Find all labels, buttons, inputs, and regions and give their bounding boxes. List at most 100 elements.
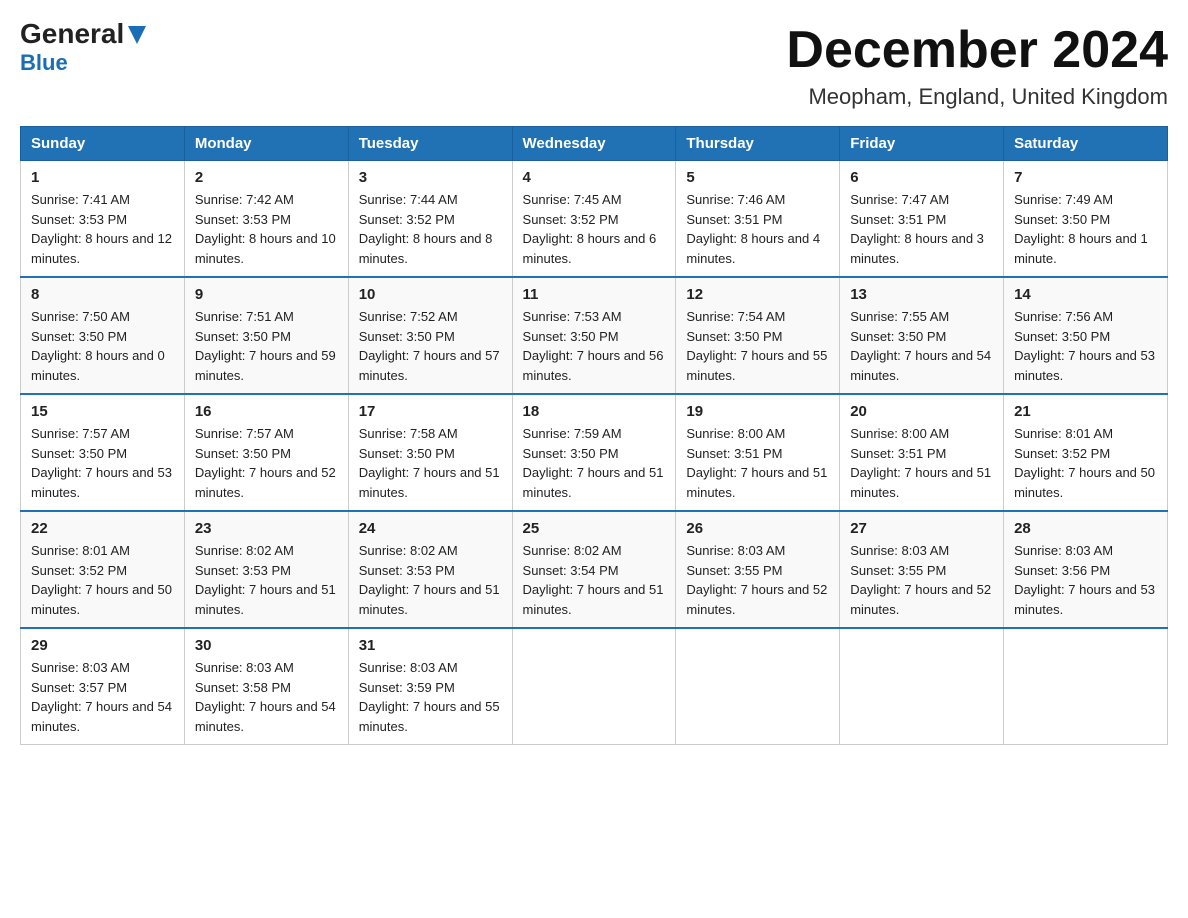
logo: General Blue bbox=[20, 20, 148, 76]
sunrise-text: Sunrise: 8:02 AM bbox=[195, 543, 294, 558]
sunrise-text: Sunrise: 8:00 AM bbox=[686, 426, 785, 441]
table-row: 17Sunrise: 7:58 AMSunset: 3:50 PMDayligh… bbox=[348, 394, 512, 511]
daylight-text: Daylight: 7 hours and 53 minutes. bbox=[1014, 348, 1155, 383]
day-info: Sunrise: 8:03 AMSunset: 3:55 PMDaylight:… bbox=[686, 541, 829, 619]
header-thursday: Thursday bbox=[676, 127, 840, 161]
day-number: 16 bbox=[195, 403, 338, 420]
day-info: Sunrise: 7:49 AMSunset: 3:50 PMDaylight:… bbox=[1014, 190, 1157, 268]
sunset-text: Sunset: 3:53 PM bbox=[195, 212, 291, 227]
calendar-week-row: 22 Sunrise: 8:01 AM Sunset: 3:52 PM Dayligh… bbox=[21, 511, 1168, 628]
daylight-text: Daylight: 8 hours and 12 minutes. bbox=[31, 231, 172, 266]
daylight-text: Daylight: 8 hours and 3 minutes. bbox=[850, 231, 984, 266]
table-row: 13Sunrise: 7:55 AMSunset: 3:50 PMDayligh… bbox=[840, 277, 1004, 394]
sunrise-text: Sunrise: 8:02 AM bbox=[523, 543, 622, 558]
table-row bbox=[840, 628, 1004, 745]
table-row: 28Sunrise: 8:03 AMSunset: 3:56 PMDayligh… bbox=[1004, 511, 1168, 628]
day-info: Sunrise: 8:01 AM Sunset: 3:52 PM Daylight:… bbox=[31, 541, 174, 619]
daylight-text: Daylight: 7 hours and 53 minutes. bbox=[1014, 582, 1155, 617]
day-info: Sunrise: 8:02 AMSunset: 3:53 PMDaylight:… bbox=[359, 541, 502, 619]
table-row: 25 Sunrise: 8:02 AM Sunset: 3:54 PM Dayligh… bbox=[512, 511, 676, 628]
sunset-text: Sunset: 3:50 PM bbox=[523, 446, 619, 461]
daylight-text: Daylight: 7 hours and 56 minutes. bbox=[523, 348, 664, 383]
sunrise-text: Sunrise: 7:58 AM bbox=[359, 426, 458, 441]
day-number: 28 bbox=[1014, 520, 1157, 537]
sunrise-text: Sunrise: 7:57 AM bbox=[31, 426, 130, 441]
day-number: 22 bbox=[31, 520, 174, 537]
daylight-text: Daylight: 7 hours and 55 minutes. bbox=[359, 699, 500, 734]
sunset-text: Sunset: 3:50 PM bbox=[686, 329, 782, 344]
daylight-text: Daylight: 7 hours and 51 minutes. bbox=[359, 465, 500, 500]
main-title: December 2024 bbox=[786, 20, 1168, 80]
day-number: 3 bbox=[359, 169, 502, 186]
sunrise-text: Sunrise: 7:49 AM bbox=[1014, 192, 1113, 207]
day-info: Sunrise: 7:45 AMSunset: 3:52 PMDaylight:… bbox=[523, 190, 666, 268]
sunrise-text: Sunrise: 7:53 AM bbox=[523, 309, 622, 324]
daylight-text: Daylight: 8 hours and 8 minutes. bbox=[359, 231, 493, 266]
sunset-text: Sunset: 3:53 PM bbox=[31, 212, 127, 227]
sunset-text: Sunset: 3:57 PM bbox=[31, 680, 127, 695]
table-row bbox=[512, 628, 676, 745]
day-info: Sunrise: 7:55 AM Sunset: 3:50 PM Daylight:… bbox=[850, 307, 993, 385]
sunset-text: Sunset: 3:54 PM bbox=[523, 563, 619, 578]
daylight-text: Daylight: 7 hours and 54 minutes. bbox=[850, 348, 991, 383]
daylight-text: Daylight: 8 hours and 10 minutes. bbox=[195, 231, 336, 266]
day-number: 31 bbox=[359, 637, 502, 654]
day-info: Sunrise: 7:41 AMSunset: 3:53 PMDaylight:… bbox=[31, 190, 174, 268]
daylight-text: Daylight: 7 hours and 50 minutes. bbox=[31, 582, 172, 617]
table-row: 5Sunrise: 7:46 AMSunset: 3:51 PMDaylight… bbox=[676, 161, 840, 278]
day-info: Sunrise: 8:03 AMSunset: 3:57 PMDaylight:… bbox=[31, 658, 174, 736]
sunset-text: Sunset: 3:50 PM bbox=[1014, 212, 1110, 227]
day-number: 9 bbox=[195, 286, 338, 303]
table-row: 15Sunrise: 7:57 AMSunset: 3:50 PMDayligh… bbox=[21, 394, 185, 511]
sunset-text: Sunset: 3:53 PM bbox=[359, 563, 455, 578]
header-friday: Friday bbox=[840, 127, 1004, 161]
sunset-text: Sunset: 3:53 PM bbox=[195, 563, 291, 578]
sunset-text: Sunset: 3:52 PM bbox=[31, 563, 127, 578]
sunrise-text: Sunrise: 7:55 AM bbox=[850, 309, 949, 324]
day-info: Sunrise: 8:02 AMSunset: 3:53 PMDaylight:… bbox=[195, 541, 338, 619]
sunset-text: Sunset: 3:51 PM bbox=[686, 212, 782, 227]
sunset-text: Sunset: 3:50 PM bbox=[1014, 329, 1110, 344]
header-wednesday: Wednesday bbox=[512, 127, 676, 161]
sunrise-text: Sunrise: 8:01 AM bbox=[31, 543, 130, 558]
day-number: 25 bbox=[523, 520, 666, 537]
sunset-text: Sunset: 3:55 PM bbox=[686, 563, 782, 578]
sunset-text: Sunset: 3:50 PM bbox=[195, 446, 291, 461]
day-info: Sunrise: 7:58 AMSunset: 3:50 PMDaylight:… bbox=[359, 424, 502, 502]
daylight-text: Daylight: 8 hours and 4 minutes. bbox=[686, 231, 820, 266]
day-number: 24 bbox=[359, 520, 502, 537]
sunrise-text: Sunrise: 8:03 AM bbox=[195, 660, 294, 675]
sunset-text: Sunset: 3:51 PM bbox=[850, 446, 946, 461]
sunset-text: Sunset: 3:50 PM bbox=[850, 329, 946, 344]
daylight-text: Daylight: 7 hours and 51 minutes. bbox=[850, 465, 991, 500]
day-info: Sunrise: 7:54 AMSunset: 3:50 PMDaylight:… bbox=[686, 307, 829, 385]
calendar-week-row: 1 Sunrise: 7:41 AMSunset: 3:53 PMDaylight… bbox=[21, 161, 1168, 278]
day-number: 21 bbox=[1014, 403, 1157, 420]
table-row bbox=[676, 628, 840, 745]
sunset-text: Sunset: 3:52 PM bbox=[359, 212, 455, 227]
table-row: 23Sunrise: 8:02 AMSunset: 3:53 PMDayligh… bbox=[184, 511, 348, 628]
day-info: Sunrise: 7:51 AMSunset: 3:50 PMDaylight:… bbox=[195, 307, 338, 385]
table-row: 16Sunrise: 7:57 AMSunset: 3:50 PMDayligh… bbox=[184, 394, 348, 511]
table-row: 31Sunrise: 8:03 AMSunset: 3:59 PMDayligh… bbox=[348, 628, 512, 745]
header-monday: Monday bbox=[184, 127, 348, 161]
table-row: 19Sunrise: 8:00 AMSunset: 3:51 PMDayligh… bbox=[676, 394, 840, 511]
sunrise-text: Sunrise: 8:03 AM bbox=[31, 660, 130, 675]
table-row: 4Sunrise: 7:45 AMSunset: 3:52 PMDaylight… bbox=[512, 161, 676, 278]
table-row: 6Sunrise: 7:47 AMSunset: 3:51 PMDaylight… bbox=[840, 161, 1004, 278]
logo-general-text: General bbox=[20, 20, 124, 48]
table-row: 8Sunrise: 7:50 AMSunset: 3:50 PMDaylight… bbox=[21, 277, 185, 394]
table-row: 12Sunrise: 7:54 AMSunset: 3:50 PMDayligh… bbox=[676, 277, 840, 394]
sunset-text: Sunset: 3:50 PM bbox=[195, 329, 291, 344]
sunrise-text: Sunrise: 7:42 AM bbox=[195, 192, 294, 207]
daylight-text: Daylight: 7 hours and 51 minutes. bbox=[523, 582, 664, 617]
table-row: 10Sunrise: 7:52 AMSunset: 3:50 PMDayligh… bbox=[348, 277, 512, 394]
sunrise-text: Sunrise: 7:44 AM bbox=[359, 192, 458, 207]
day-info: Sunrise: 7:46 AMSunset: 3:51 PMDaylight:… bbox=[686, 190, 829, 268]
day-number: 27 bbox=[850, 520, 993, 537]
daylight-text: Daylight: 7 hours and 57 minutes. bbox=[359, 348, 500, 383]
day-info: Sunrise: 7:52 AMSunset: 3:50 PMDaylight:… bbox=[359, 307, 502, 385]
table-row: 22 Sunrise: 8:01 AM Sunset: 3:52 PM Dayligh… bbox=[21, 511, 185, 628]
day-number: 1 bbox=[31, 169, 174, 186]
table-row: 24 Sunrise: 8:02 AMSunset: 3:53 PMDayligh… bbox=[348, 511, 512, 628]
